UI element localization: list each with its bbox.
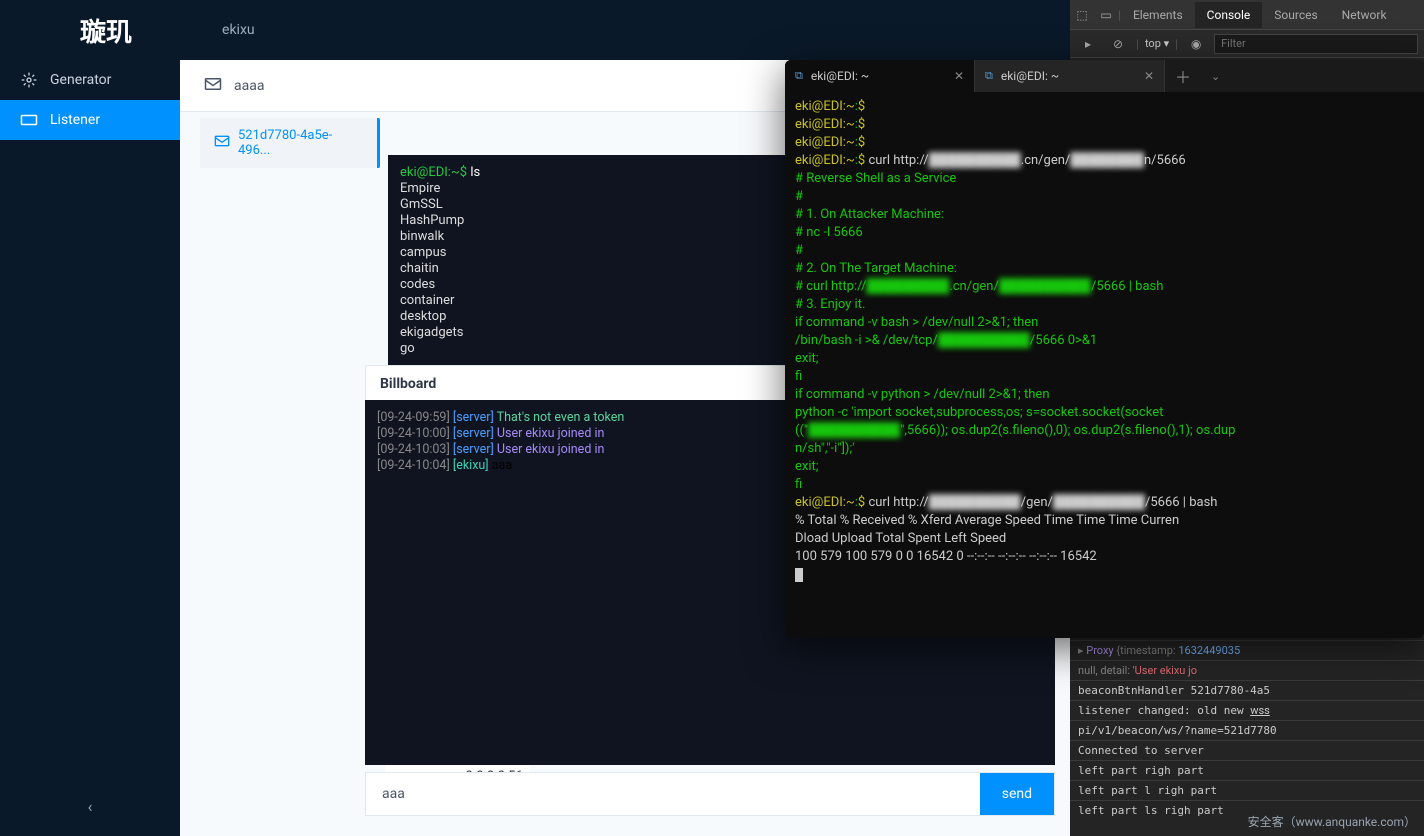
- new-tab-button[interactable]: ＋: [1165, 64, 1201, 88]
- tab-elements[interactable]: Elements: [1121, 2, 1195, 28]
- powershell-icon: ⧉: [795, 69, 803, 83]
- send-button[interactable]: send: [980, 773, 1054, 815]
- session-item[interactable]: 521d7780-4a5e-496...: [200, 118, 380, 168]
- terminal-body[interactable]: eki@EDI:~:$eki@EDI:~:$eki@EDI:~:$eki@EDI…: [785, 92, 1424, 590]
- sidebar-item-listener[interactable]: Listener: [0, 100, 180, 140]
- current-user: ekixu: [222, 22, 255, 38]
- tab-dropdown[interactable]: ⌄: [1201, 70, 1230, 83]
- mail-icon: [204, 76, 222, 95]
- powershell-icon: ⧉: [985, 69, 993, 83]
- eye-icon[interactable]: ◉: [1184, 37, 1208, 51]
- generator-icon: [20, 73, 38, 87]
- context-selector[interactable]: top ▾: [1145, 37, 1169, 50]
- console-output: old▸ Proxy {timestamp: 1632449035 null, …: [1070, 620, 1424, 820]
- tab-console[interactable]: Console: [1195, 2, 1263, 28]
- tab-network[interactable]: Network: [1330, 2, 1399, 28]
- terminal-tab-2[interactable]: ⧉ eki@EDI: ~ ✕: [975, 60, 1165, 92]
- app-logo: 璇玑: [80, 12, 132, 49]
- inspect-icon[interactable]: ⬚: [1070, 8, 1094, 22]
- sidebar-collapse[interactable]: ‹: [0, 787, 180, 826]
- message-input[interactable]: [366, 773, 980, 815]
- clear-icon[interactable]: ⊘: [1106, 37, 1130, 51]
- watermark: 安全客（www.anquanke.com）: [1248, 813, 1416, 830]
- sidebar-toggle-icon[interactable]: ▸: [1076, 37, 1100, 51]
- console-filter[interactable]: [1214, 34, 1418, 54]
- sidebar-item-generator[interactable]: Generator: [0, 60, 180, 100]
- message-input-bar: send: [365, 772, 1055, 816]
- sidebar-label: Listener: [50, 112, 100, 128]
- terminal-tabs: ⧉ eki@EDI: ~ ✕ ⧉ eki@EDI: ~ ✕ ＋ ⌄: [785, 60, 1424, 92]
- terminal-tab-1[interactable]: ⧉ eki@EDI: ~ ✕: [785, 60, 975, 92]
- sidebar-label: Generator: [50, 72, 111, 88]
- device-icon[interactable]: ▭: [1094, 8, 1118, 22]
- chevron-left-icon: ‹: [88, 797, 93, 816]
- tab-sources[interactable]: Sources: [1262, 2, 1329, 28]
- terminal-window: ⧉ eki@EDI: ~ ✕ ⧉ eki@EDI: ~ ✕ ＋ ⌄ eki@ED…: [785, 60, 1424, 638]
- session-id: 521d7780-4a5e-496...: [238, 128, 363, 158]
- mail-icon: [214, 135, 230, 151]
- sidebar: Generator Listener ‹: [0, 60, 180, 836]
- listener-icon: [20, 113, 38, 127]
- devtools-tabbar: ⬚ ▭ | Elements Console Sources Network: [1070, 0, 1424, 30]
- close-icon[interactable]: ✕: [954, 69, 964, 83]
- devtools-toolbar: ▸ ⊘ | top ▾ | ◉: [1070, 30, 1424, 58]
- session-list: 521d7780-4a5e-496...: [200, 118, 380, 168]
- breadcrumb-text: aaaa: [234, 78, 264, 94]
- close-icon[interactable]: ✕: [1144, 69, 1154, 83]
